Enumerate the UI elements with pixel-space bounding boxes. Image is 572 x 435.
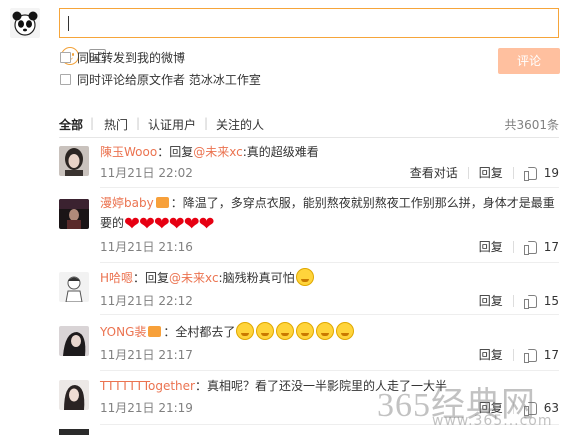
- laugh-cry-emoji-icon: [236, 322, 255, 340]
- reply-prefix: ：回复: [157, 145, 194, 159]
- comment-username[interactable]: 漫婷baby: [100, 196, 154, 210]
- comment-filter-bar: 全部 | 热门 | 认证用户 | 关注的人 共3601条: [59, 116, 559, 132]
- comment-username[interactable]: YONG裴: [100, 325, 146, 339]
- comment-content: :真的超级难看: [242, 145, 319, 159]
- view-conversation-link[interactable]: 查看对话: [410, 164, 458, 181]
- like-count: 19: [543, 165, 559, 180]
- comment-item: 陳玉Wooo：回复@未来xc:真的超级难看 11月21日 22:02 查看对话 …: [59, 142, 559, 188]
- heart-icon: ❤: [124, 213, 140, 235]
- comment-time: 11月21日 21:16: [100, 240, 193, 254]
- filter-following[interactable]: 关注的人: [216, 116, 264, 133]
- comment-time: 11月21日 21:19: [100, 401, 193, 415]
- filter-verified[interactable]: 认证用户: [148, 116, 196, 133]
- current-user-avatar[interactable]: [10, 8, 40, 38]
- comment-author-option-label: 同时评论给原文作者 范冰冰工作室: [77, 73, 261, 87]
- comment-username[interactable]: TTTTTTTogether: [100, 379, 195, 393]
- comment-actions: 查看对话 回复 19: [410, 164, 559, 181]
- avatar[interactable]: [59, 272, 89, 302]
- thumbs-up-icon[interactable]: [523, 294, 538, 309]
- repost-option[interactable]: 同时转发到我的微博: [60, 49, 185, 66]
- text-caret: [68, 16, 69, 31]
- filter-hot[interactable]: 热门: [104, 116, 128, 133]
- divider: [100, 314, 559, 315]
- divider: [100, 187, 559, 188]
- comment-content: ：降温了，多穿点衣服，能别熬夜就别熬夜工作别那么拼，身体才是最重: [170, 196, 555, 210]
- laugh-cry-emoji-icon: [295, 268, 314, 286]
- comment-content: ：全村都去了: [163, 325, 236, 339]
- reply-link[interactable]: 回复: [479, 238, 503, 255]
- laugh-cry-emoji-icon: [316, 322, 335, 340]
- comment-actions: 回复 17: [479, 238, 559, 255]
- reply-link[interactable]: 回复: [479, 292, 503, 309]
- divider: [59, 137, 559, 138]
- like-count: 15: [543, 293, 559, 308]
- reply-link[interactable]: 回复: [479, 346, 503, 363]
- comment-text: 陳玉Wooo：回复@未来xc:真的超级难看: [100, 142, 559, 162]
- filter-separator: |: [204, 116, 209, 130]
- thumbs-up-icon[interactable]: [523, 348, 538, 363]
- comment-time: 11月21日 21:17: [100, 348, 193, 362]
- laugh-cry-emoji-icon: [336, 322, 355, 340]
- avatar[interactable]: [59, 146, 89, 176]
- comment-actions: 回复 15: [479, 292, 559, 309]
- comment-time: 11月21日 22:02: [100, 166, 193, 180]
- comment-username[interactable]: H哈嗯: [100, 271, 133, 285]
- comment-time: 11月21日 22:12: [100, 294, 193, 308]
- reply-prefix: ：回复: [133, 271, 170, 285]
- submit-comment-button[interactable]: 评论: [498, 48, 560, 74]
- site-watermark-url: www.365...com: [432, 413, 553, 429]
- heart-icon: ❤: [198, 213, 215, 235]
- thumbs-up-icon[interactable]: [523, 240, 538, 255]
- filter-all[interactable]: 全部: [59, 116, 83, 133]
- comment-content-continued: 要的: [100, 216, 125, 230]
- member-badge-icon: [148, 326, 162, 337]
- heart-icon: ❤: [153, 213, 170, 235]
- avatar[interactable]: [59, 380, 89, 410]
- comment-text: 漫婷baby ：降温了，多穿点衣服，能别熬夜就别熬夜工作别那么拼，身体才是最重 要…: [100, 193, 559, 235]
- comment-text: YONG裴 ：全村都去了: [100, 322, 559, 342]
- divider: [100, 370, 559, 371]
- heart-icon: ❤: [168, 213, 185, 235]
- laugh-cry-emoji-icon: [276, 322, 295, 340]
- member-badge-icon: [155, 197, 169, 208]
- thumbs-up-icon[interactable]: [523, 166, 538, 181]
- avatar[interactable]: [59, 199, 89, 229]
- comment-username[interactable]: 陳玉Wooo: [100, 145, 157, 159]
- comment-total-count: 共3601条: [504, 118, 559, 132]
- comment-author-checkbox[interactable]: [60, 74, 71, 85]
- filter-separator: |: [136, 116, 141, 130]
- mention-link[interactable]: @未来xc: [169, 271, 219, 285]
- comment-actions: 回复 17: [479, 346, 559, 363]
- comment-author-option[interactable]: 同时评论给原文作者 范冰冰工作室: [60, 71, 261, 88]
- repost-checkbox[interactable]: [60, 52, 71, 63]
- repost-option-label: 同时转发到我的微博: [77, 51, 186, 65]
- comment-text: H哈嗯：回复@未来xc:脑残粉真可怕: [100, 268, 559, 288]
- comment-input[interactable]: [59, 8, 559, 38]
- reply-link[interactable]: 回复: [479, 164, 503, 181]
- laugh-cry-emoji-icon: [256, 322, 275, 340]
- heart-icon: ❤: [138, 213, 155, 235]
- mention-link[interactable]: @未来xc: [193, 145, 243, 159]
- heart-icon: ❤: [183, 213, 200, 235]
- divider: [100, 262, 559, 263]
- avatar[interactable]: [59, 429, 89, 435]
- comment-content: :脑残粉真可怕: [218, 271, 295, 285]
- laugh-cry-emoji-icon: [296, 322, 315, 340]
- like-count: 17: [543, 347, 559, 362]
- comment-item: H哈嗯：回复@未来xc:脑残粉真可怕 11月21日 22:12 回复 15: [59, 268, 559, 314]
- comment-item: 漫婷baby ：降温了，多穿点衣服，能别熬夜就别熬夜工作别那么拼，身体才是最重 要…: [59, 193, 559, 261]
- filter-separator: |: [90, 116, 95, 130]
- avatar[interactable]: [59, 326, 89, 356]
- comment-item: YONG裴 ：全村都去了 11月21日 21:17 回复 17: [59, 322, 559, 368]
- like-count: 17: [543, 239, 559, 254]
